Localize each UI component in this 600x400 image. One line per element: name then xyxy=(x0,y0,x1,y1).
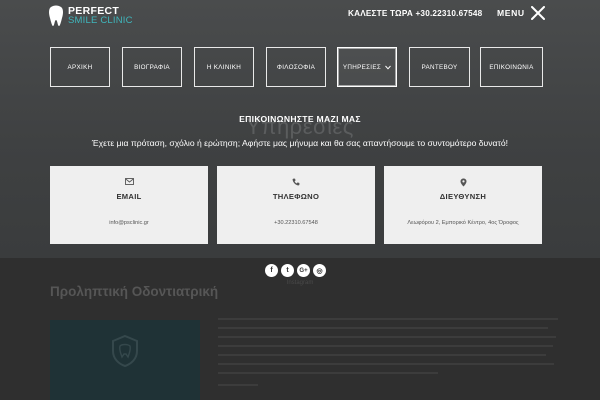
nav-item-contact[interactable]: ΕΠΙΚΟΙΝΩΝΙΑ xyxy=(480,47,543,87)
facebook-icon[interactable]: f xyxy=(265,264,278,277)
chevron-down-icon xyxy=(385,65,391,70)
logo[interactable]: PERFECT SMILE CLINIC xyxy=(48,5,133,27)
close-icon xyxy=(530,6,545,20)
nav-item-home[interactable]: ΑΡΧΙΚΗ xyxy=(50,47,110,87)
nav-item-philosophy[interactable]: ΦΙΛΟΣΟΦΙΑ xyxy=(266,47,326,87)
email-card: EMAIL info@psclinic.gr xyxy=(50,166,208,244)
nav-item-biography[interactable]: ΒΙΟΓΡΑΦΙΑ xyxy=(122,47,182,87)
address-card: ΔΙΕΥΘΥΝΣΗ Λεωφόρου 2, Εμπορικό Κέντρο, 4… xyxy=(384,166,542,244)
tooth-logo-icon xyxy=(49,5,63,26)
call-now-link[interactable]: ΚΑΛΕΣΤΕ ΤΩΡΑ +30.22310.67548 xyxy=(348,9,482,18)
email-link[interactable]: info@psclinic.gr xyxy=(50,220,208,226)
phone-icon xyxy=(292,178,300,186)
menu-toggle-button[interactable]: MENU xyxy=(497,6,545,20)
envelope-icon xyxy=(124,178,134,185)
twitter-icon[interactable]: t xyxy=(281,264,294,277)
map-marker-icon xyxy=(460,178,466,187)
contact-subtitle: Έχετε μια πρόταση, σχόλιο ή ερώτηση; Αφή… xyxy=(91,138,509,148)
card-title: EMAIL xyxy=(116,192,142,201)
google-plus-icon[interactable]: G+ xyxy=(297,264,310,277)
menu-label: MENU xyxy=(497,8,525,18)
phone-card: ΤΗΛΕΦΩΝΟ +30.22310.67548 xyxy=(217,166,375,244)
logo-subtitle: SMILE CLINIC xyxy=(68,15,133,26)
service-image xyxy=(50,320,200,400)
service-description xyxy=(218,318,558,393)
card-title: ΤΗΛΕΦΩΝΟ xyxy=(272,192,320,201)
nav-item-services[interactable]: ΥΠΗΡΕΣΙΕΣ xyxy=(337,47,397,87)
main-navigation: ΑΡΧΙΚΗ ΒΙΟΓΡΑΦΙΑ Η ΚΛΙΝΙΚΗ ΦΙΛΟΣΟΦΙΑ ΥΠΗ… xyxy=(50,47,543,87)
card-title: ΔΙΕΥΘΥΝΣΗ xyxy=(439,192,487,201)
social-links: f t G+ ◎ xyxy=(265,264,326,277)
address-text: Λεωφόρου 2, Εμπορικό Κέντρο, 4ος Όροφος xyxy=(407,220,519,226)
contact-heading: ΕΠΙΚΟΙΝΩΝΗΣΤΕ ΜΑΖΙ ΜΑΣ xyxy=(239,114,361,124)
phone-link[interactable]: +30.22310.67548 xyxy=(217,220,375,226)
instagram-icon[interactable]: ◎ xyxy=(313,264,326,277)
nav-item-clinic[interactable]: Η ΚΛΙΝΙΚΗ xyxy=(194,47,254,87)
shield-tooth-icon xyxy=(112,334,138,368)
section-title: Προληπτική Οδοντιατρική xyxy=(50,284,219,299)
nav-item-appointment[interactable]: ΡΑΝΤΕΒΟΥ xyxy=(409,47,470,87)
